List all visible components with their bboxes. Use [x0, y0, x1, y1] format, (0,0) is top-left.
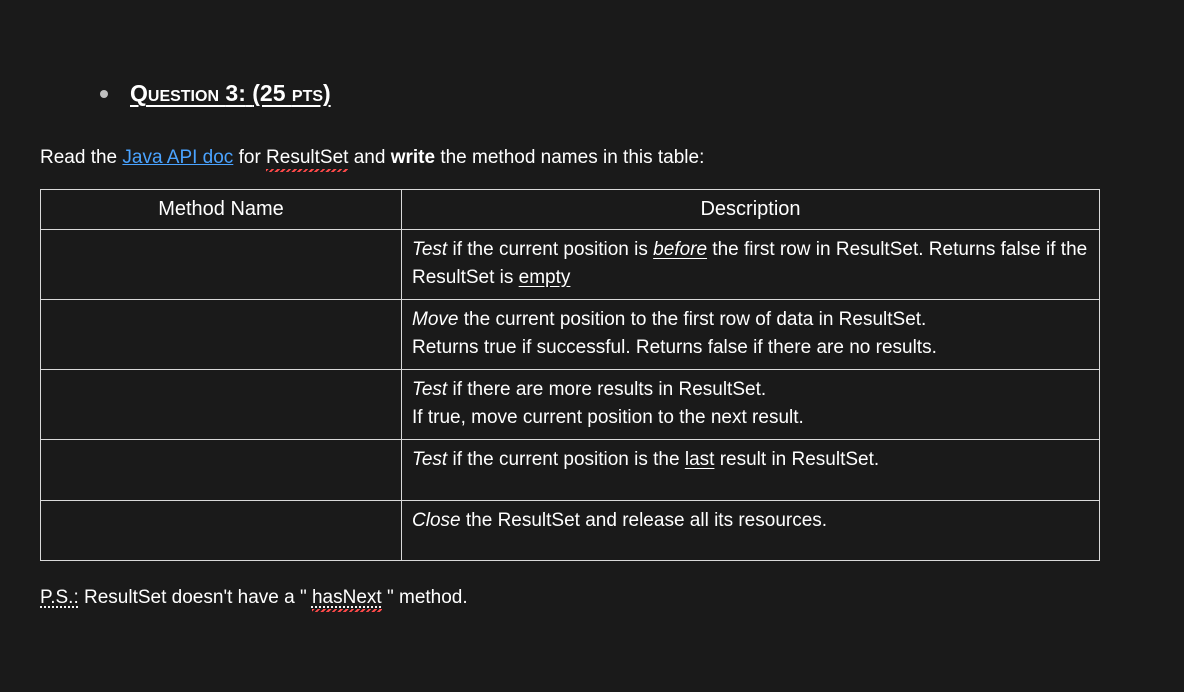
method-name-cell[interactable]: [41, 500, 402, 561]
desc-segment: Test: [412, 449, 447, 470]
instr-t4: the method names in this table:: [440, 147, 704, 168]
method-name-cell[interactable]: [41, 300, 402, 370]
resultset-spellcheck: ResultSet: [266, 147, 348, 169]
desc-segment: if the current position is: [447, 239, 653, 260]
desc-segment: false: [708, 337, 748, 358]
desc-segment: if successful. Returns: [517, 337, 708, 358]
desc-segment: last: [685, 449, 715, 470]
desc-segment: . Returns: [918, 239, 1000, 260]
method-name-cell[interactable]: [41, 230, 402, 300]
desc-segment: true: [484, 337, 517, 358]
desc-segment: and release all its resources.: [580, 510, 827, 531]
description-cell: Close the ResultSet and release all its …: [402, 500, 1100, 561]
ps-t1: ResultSet: [84, 587, 166, 608]
table-header-row: Method Name Description: [41, 190, 1100, 230]
desc-segment: .: [921, 309, 926, 330]
desc-segment: .: [874, 449, 879, 470]
table-row: Test if the current position is before t…: [41, 230, 1100, 300]
desc-segment: Close: [412, 510, 461, 531]
desc-segment: if the: [1041, 239, 1087, 260]
desc-segment: the first row in: [707, 239, 836, 260]
desc-segment: ResultSet: [839, 309, 921, 330]
question-heading-row: Question 3: (25 pts): [100, 80, 1144, 107]
description-cell: Test if there are more results in Result…: [402, 370, 1100, 440]
method-name-cell[interactable]: [41, 370, 402, 440]
instr-t2: for: [239, 147, 266, 168]
table-row: Close the ResultSet and release all its …: [41, 500, 1100, 561]
bullet-icon: [100, 90, 108, 98]
desc-segment: if there are no results.: [748, 337, 937, 358]
ps-note: P.S.: ResultSet doesn't have a " hasNext…: [40, 587, 1144, 609]
description-cell: Move the current position to the first r…: [402, 300, 1100, 370]
col-header-method-name: Method Name: [41, 190, 402, 230]
desc-segment: Test: [412, 379, 447, 400]
heading-points-word: pts): [292, 80, 331, 106]
ps-t2: doesn't have a ": [172, 587, 307, 608]
heading-word-question: Question: [130, 80, 219, 106]
desc-segment: Returns: [412, 337, 484, 358]
desc-segment: false: [1001, 239, 1041, 260]
table-row: Test if there are more results in Result…: [41, 370, 1100, 440]
desc-segment: the current position to the first row of…: [458, 309, 838, 330]
heading-points-open: (25: [252, 80, 285, 106]
instr-t1: Read the: [40, 147, 122, 168]
desc-segment: the: [461, 510, 498, 531]
methods-table: Method Name Description Test if the curr…: [40, 189, 1100, 561]
description-cell: Test if the current position is the last…: [402, 440, 1100, 501]
desc-segment: ResultSet: [836, 239, 918, 260]
desc-segment: ResultSet: [792, 449, 874, 470]
desc-segment: is: [494, 267, 518, 288]
java-api-doc-link[interactable]: Java API doc: [122, 147, 233, 168]
table-body: Test if the current position is before t…: [41, 230, 1100, 561]
description-cell: Test if the current position is before t…: [402, 230, 1100, 300]
heading-number: 3:: [225, 80, 245, 106]
desc-segment: Test: [412, 239, 447, 260]
desc-segment: empty: [519, 267, 571, 288]
question-heading: Question 3: (25 pts): [130, 80, 331, 107]
ps-label: P.S.:: [40, 587, 79, 608]
method-name-cell[interactable]: [41, 440, 402, 501]
document-page: Question 3: (25 pts) Read the Java API d…: [0, 0, 1184, 649]
desc-segment: Move: [412, 309, 458, 330]
desc-segment: if the current position is the: [447, 449, 685, 470]
table-row: Test if the current position is the last…: [41, 440, 1100, 501]
desc-segment: result in: [714, 449, 791, 470]
instr-t3: and: [354, 147, 391, 168]
desc-segment: If true, move current position to the ne…: [412, 407, 804, 428]
desc-segment: if there are more results in: [447, 379, 678, 400]
instr-bold-write: write: [391, 147, 435, 168]
desc-segment: before: [653, 239, 707, 260]
desc-segment: .: [761, 379, 766, 400]
desc-segment: ResultSet: [498, 510, 580, 531]
desc-segment: ResultSet: [678, 379, 760, 400]
col-header-description: Description: [402, 190, 1100, 230]
instruction-line: Read the Java API doc for ResultSet and …: [40, 147, 1144, 169]
ps-t3: " method.: [387, 587, 468, 608]
hasnext-spellcheck: hasNext: [312, 587, 382, 609]
desc-segment: ResultSet: [412, 267, 494, 288]
table-row: Move the current position to the first r…: [41, 300, 1100, 370]
